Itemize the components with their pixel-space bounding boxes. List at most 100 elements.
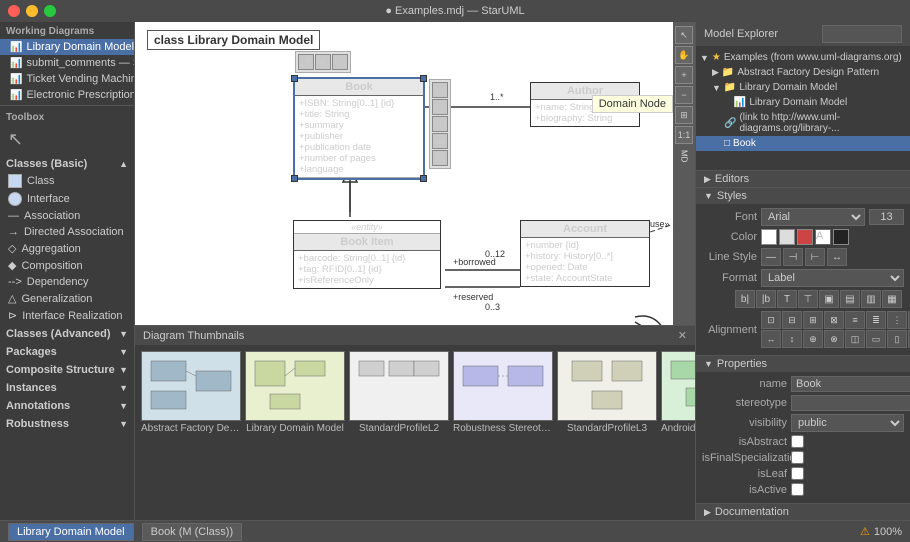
toolbar-btn[interactable]: + xyxy=(332,54,348,70)
thumbnail-item[interactable]: Robustness Stereotyp... xyxy=(453,351,553,436)
toolbox-association[interactable]: — Association xyxy=(0,208,134,224)
book-item-box[interactable]: «entity» Book Item +barcode: String[0..1… xyxy=(293,220,441,289)
maximize-button[interactable] xyxy=(44,5,56,17)
line-style-btn-2[interactable]: ⊣ xyxy=(783,248,803,266)
properties-section-title[interactable]: ▼ Properties xyxy=(696,356,910,372)
tree-item-link[interactable]: 🔗 (link to http://www.uml-diagrams.org/l… xyxy=(696,110,910,136)
tree-item-library-domain-model[interactable]: ▶ 📊 Library Domain Model xyxy=(696,95,910,110)
toolbox-dependency[interactable]: --> Dependency xyxy=(0,274,134,290)
prop-visibility-select[interactable]: public private protected xyxy=(791,414,904,432)
uml-diagram[interactable]: class Library Domain Model 1..* +borrowe… xyxy=(135,22,673,325)
align-btn[interactable]: ⊗ xyxy=(824,330,844,348)
align-btn[interactable]: ⊡ xyxy=(761,311,781,329)
fmt-btn-more3[interactable]: ▥ xyxy=(861,290,881,308)
expand-arrow[interactable]: ▶ xyxy=(712,67,719,78)
status-tab-book[interactable]: Book (M (Class)) xyxy=(142,523,243,541)
align-btn[interactable]: ⊕ xyxy=(803,330,823,348)
align-btn[interactable]: ≡ xyxy=(845,311,865,329)
prop-name-input[interactable] xyxy=(791,376,910,392)
rt-btn[interactable]: + xyxy=(432,116,448,132)
align-btn[interactable]: ◫ xyxy=(845,330,865,348)
color-black[interactable] xyxy=(833,229,849,245)
toolbox-generalization[interactable]: △ Generalization xyxy=(0,290,134,307)
fmt-btn-more1[interactable]: ▣ xyxy=(819,290,839,308)
composite-structure-group[interactable]: Composite Structure ▼ xyxy=(0,360,134,378)
tree-item-book[interactable]: □ Book xyxy=(696,136,910,151)
sidebar-item-ticket-vending[interactable]: 📊 Ticket Vending Machine —... xyxy=(0,71,134,87)
sidebar-item-electronic-prescriptions[interactable]: 📊 Electronic Prescriptions —... xyxy=(0,87,134,103)
color-red[interactable] xyxy=(797,229,813,245)
toolbar-btn[interactable]: ⚙ xyxy=(315,54,331,70)
hand-tool[interactable]: ✋ xyxy=(675,46,693,64)
thumbnail-item[interactable]: Library Domain Model xyxy=(245,351,345,436)
zoom-in-tool[interactable]: + xyxy=(675,66,693,84)
thumbnails-close-button[interactable]: ✕ xyxy=(678,329,687,342)
instances-group[interactable]: Instances ▼ xyxy=(0,378,134,396)
toolbox-interface-realization[interactable]: ⊳ Interface Realization xyxy=(0,307,134,324)
expand-arrow[interactable]: ▼ xyxy=(700,53,709,63)
author-box[interactable]: Author +name: String +biography: String xyxy=(530,82,640,127)
tree-item-abstract-factory[interactable]: ▶ 📁 Abstract Factory Design Pattern xyxy=(696,65,910,80)
toolbox-class[interactable]: Class xyxy=(0,172,134,190)
rt-btn[interactable]: — xyxy=(432,82,448,98)
classes-basic-group[interactable]: Classes (Basic) ▲ xyxy=(0,154,134,172)
font-size-input[interactable] xyxy=(869,209,904,225)
toolbox-composition[interactable]: ◆ Composition xyxy=(0,257,134,274)
status-tab-library[interactable]: Library Domain Model xyxy=(8,523,134,541)
font-select[interactable]: Arial xyxy=(761,208,865,226)
thumbnail-item[interactable]: Abstract Factory Desig... xyxy=(141,351,241,436)
align-btn[interactable]: ▭ xyxy=(866,330,886,348)
sidebar-item-library-domain[interactable]: 📊 Library Domain Model —... xyxy=(0,39,134,55)
line-style-btn-1[interactable]: — xyxy=(761,248,781,266)
packages-group[interactable]: Packages ▼ xyxy=(0,342,134,360)
fmt-btn-ti[interactable]: T xyxy=(777,290,797,308)
expand-arrow[interactable]: ▼ xyxy=(712,83,721,93)
minimize-button[interactable] xyxy=(26,5,38,17)
rt-btn[interactable]: ⊡ xyxy=(432,150,448,166)
color-white[interactable] xyxy=(761,229,777,245)
fmt-btn-more2[interactable]: ▤ xyxy=(840,290,860,308)
toolbar-btn[interactable]: 🖊 xyxy=(298,54,314,70)
model-explorer-search[interactable] xyxy=(822,25,902,43)
annotations-group[interactable]: Annotations ▼ xyxy=(0,396,134,414)
thumbnail-item[interactable]: StandardProfileL3 xyxy=(557,351,657,436)
align-btn[interactable]: ↕ xyxy=(782,330,802,348)
align-btn[interactable]: ⊟ xyxy=(782,311,802,329)
close-button[interactable] xyxy=(8,5,20,17)
align-btn[interactable]: ↔ xyxy=(761,330,781,348)
toolbox-interface[interactable]: Interface xyxy=(0,190,134,208)
fit-tool[interactable]: ⊞ xyxy=(675,106,693,124)
book-box[interactable]: Book 🖊 ⚙ + — ← + ⊞ ⊡ xyxy=(293,77,425,180)
line-style-btn-3[interactable]: ⊢ xyxy=(805,248,825,266)
rt-btn[interactable]: ← xyxy=(432,99,448,115)
fmt-btn-tc[interactable]: ⊤ xyxy=(798,290,818,308)
align-btn[interactable]: ⊠ xyxy=(824,311,844,329)
fmt-btn-more4[interactable]: ▦ xyxy=(882,290,902,308)
format-select[interactable]: Label xyxy=(761,269,904,287)
align-btn[interactable]: ⊞ xyxy=(803,311,823,329)
prop-is-abstract-checkbox[interactable] xyxy=(791,435,804,448)
fmt-btn-br[interactable]: |b xyxy=(756,290,776,308)
prop-stereotype-input[interactable] xyxy=(791,395,910,411)
tree-item-library-domain[interactable]: ▼ 📁 Library Domain Model xyxy=(696,80,910,95)
actual-size-tool[interactable]: 1:1 xyxy=(675,126,693,144)
thumbnail-item[interactable]: Android Camera Imple... xyxy=(661,351,695,436)
prop-is-active-checkbox[interactable] xyxy=(791,483,804,496)
prop-is-leaf-checkbox[interactable] xyxy=(791,467,804,480)
documentation-section-title[interactable]: ▶ Documentation xyxy=(696,504,910,520)
toolbox-directed-association[interactable]: → Directed Association xyxy=(0,224,134,240)
color-transparent[interactable]: A xyxy=(815,229,831,245)
classes-advanced-group[interactable]: Classes (Advanced) ▼ xyxy=(0,324,134,342)
diagram-canvas[interactable]: class Library Domain Model 1..* +borrowe… xyxy=(135,22,695,325)
toolbox-aggregation[interactable]: ◇ Aggregation xyxy=(0,240,134,257)
styles-section-title[interactable]: ▼ Styles xyxy=(696,188,910,204)
color-gray[interactable] xyxy=(779,229,795,245)
line-style-btn-4[interactable]: ↔ xyxy=(827,248,847,266)
align-btn[interactable]: ▯ xyxy=(887,330,907,348)
select-tool[interactable]: ↖ xyxy=(675,26,693,44)
tree-item-examples[interactable]: ▼ ★ Examples (from www.uml-diagrams.org) xyxy=(696,50,910,65)
thumbnail-item[interactable]: StandardProfileL2 xyxy=(349,351,449,436)
align-btn[interactable]: ⋮ xyxy=(887,311,907,329)
editors-section-title[interactable]: ▶ Editors xyxy=(696,171,910,187)
robustness-group[interactable]: Robustness ▼ xyxy=(0,414,134,432)
